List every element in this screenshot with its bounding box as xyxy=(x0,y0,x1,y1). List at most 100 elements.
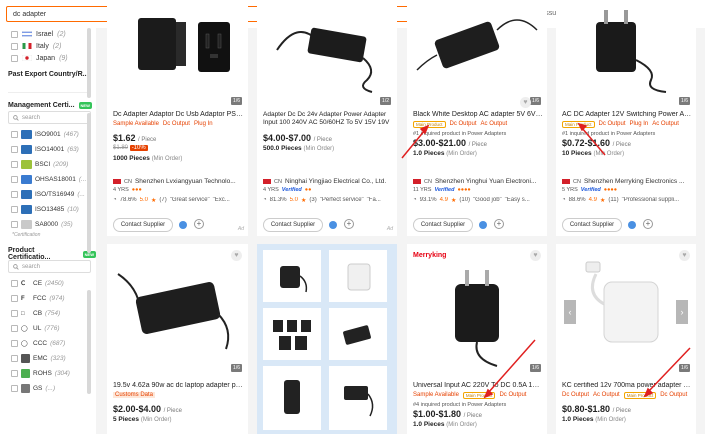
checkbox[interactable] xyxy=(11,161,18,168)
cert-item[interactable]: ◯ CCC (687) xyxy=(0,336,96,351)
cert-item[interactable]: Ⅽ CE (2450) xyxy=(0,276,96,291)
scrollbar-thumb[interactable] xyxy=(87,113,91,253)
next-image-icon[interactable]: › xyxy=(676,300,688,324)
product-cert-header[interactable]: Product Certificatio... NEW xyxy=(0,247,96,261)
prev-image-icon[interactable]: ‹ xyxy=(564,300,576,324)
adapter-tile[interactable] xyxy=(329,366,387,430)
inquired-rank[interactable]: #1 inquired product in Power Adapters xyxy=(562,131,655,137)
checkbox[interactable] xyxy=(11,370,18,377)
contact-supplier-button[interactable]: Contact Supplier xyxy=(113,218,173,232)
product-title[interactable]: Universal Input AC 220V To DC 0.5A 1A 2.… xyxy=(413,382,543,389)
chat-icon[interactable] xyxy=(628,221,636,229)
checkbox[interactable] xyxy=(11,340,18,347)
country-item[interactable]: Japan (9) xyxy=(0,52,96,64)
add-compare-icon[interactable]: + xyxy=(194,219,204,229)
management-cert-header[interactable]: Management Certi... NEW xyxy=(0,99,96,111)
product-card[interactable]: Merryking ♥ 1/6 Universal Input AC 220V … xyxy=(407,244,547,434)
checkbox[interactable] xyxy=(11,310,18,317)
chat-icon[interactable] xyxy=(179,221,187,229)
checkbox[interactable] xyxy=(11,280,18,287)
product-card[interactable]: ♥ 1/6 19.5v 4.62a 90w ac dc laptop adapt… xyxy=(107,244,248,434)
add-compare-icon[interactable]: + xyxy=(344,219,354,229)
product-image[interactable] xyxy=(257,0,397,97)
supplier-name[interactable]: CN Shenzhen Merryking Electronics ... xyxy=(562,178,696,185)
country-item[interactable]: Israel (2) xyxy=(0,28,96,40)
product-image[interactable] xyxy=(407,0,547,97)
add-compare-icon[interactable]: + xyxy=(494,219,504,229)
checkbox[interactable] xyxy=(11,206,18,213)
cert-item[interactable]: EMC (323) xyxy=(0,351,96,366)
favorite-icon[interactable]: ♥ xyxy=(231,250,242,261)
checkbox[interactable] xyxy=(11,54,18,62)
product-title[interactable]: Dc Adapter Adaptor Dc Usb Adaptor PSE ..… xyxy=(113,111,243,118)
product-image[interactable] xyxy=(556,244,696,374)
checkbox[interactable] xyxy=(11,295,18,302)
product-card[interactable]: 1/6 AC DC Adapter 12V Switching Power Ad… xyxy=(556,0,696,236)
cert-item[interactable]: SA8000 (35) xyxy=(0,217,96,232)
product-title[interactable]: 19.5v 4.62a 90w ac dc laptop adapter po.… xyxy=(113,382,243,389)
inquired-rank[interactable]: #4 inquired product in Power Adapters xyxy=(413,402,506,408)
product-card[interactable]: 1/6 ♥ Black White Desktop AC adapter 5V … xyxy=(407,0,547,236)
past-export-header[interactable]: Past Export Country/R... xyxy=(0,68,96,80)
checkbox[interactable] xyxy=(11,131,18,138)
adapter-tile[interactable] xyxy=(263,366,321,430)
black-adapter-thumb xyxy=(280,266,308,293)
cert-item[interactable]: ISO13485 (10) xyxy=(0,202,96,217)
cert-item[interactable]: GS (...) xyxy=(0,381,96,396)
management-cert-search[interactable]: search xyxy=(8,111,91,124)
product-image[interactable] xyxy=(107,0,248,97)
cert-item[interactable]: F FCC (974) xyxy=(0,291,96,306)
cert-item[interactable]: □ CB (754) xyxy=(0,306,96,321)
cert-item[interactable]: ROHS (304) xyxy=(0,366,96,381)
supplier-name[interactable]: CN Shenzhen Lvxiangyuan Technolo... xyxy=(113,178,248,185)
scrollbar-thumb[interactable] xyxy=(87,290,91,394)
contact-supplier-button[interactable]: Contact Supplier xyxy=(263,218,323,232)
adapter-tile[interactable] xyxy=(329,308,387,360)
scrollbar-thumb[interactable] xyxy=(87,28,91,98)
ad-label: Ad xyxy=(386,226,393,232)
cert-item[interactable]: ◯ UL (776) xyxy=(0,321,96,336)
checkbox[interactable] xyxy=(11,385,18,392)
product-title[interactable]: KC certified 12v 700ma power adapter 12 … xyxy=(562,382,692,389)
checkbox[interactable] xyxy=(11,42,18,50)
country-item[interactable]: Italy (2) xyxy=(0,40,96,52)
product-cert-search[interactable]: search xyxy=(8,260,91,273)
product-title[interactable]: Adapter Dc Dc 24v Adapter Power Adapter … xyxy=(263,111,395,127)
contact-supplier-button[interactable]: Contact Supplier xyxy=(413,218,473,232)
checkbox[interactable] xyxy=(11,176,18,183)
checkbox[interactable] xyxy=(11,355,18,362)
supplier-name[interactable]: CN Ninghai Yingjiao Electrical Co., Ltd. xyxy=(263,178,397,185)
checkbox[interactable] xyxy=(11,191,18,198)
category-tile-grid[interactable] xyxy=(257,244,397,434)
cert-item[interactable]: ISO/TS16949 (... xyxy=(0,187,96,202)
product-title[interactable]: AC DC Adapter 12V Switching Power Ada... xyxy=(562,111,692,118)
supplier-name[interactable]: CN Shenzhen Yinghui Yuan Electroni... xyxy=(413,178,547,185)
checkbox[interactable] xyxy=(11,221,18,228)
chat-icon[interactable] xyxy=(329,221,337,229)
cert-item[interactable]: ISO9001 (467) xyxy=(0,127,96,142)
checkbox[interactable] xyxy=(11,325,18,332)
adapter-tile[interactable] xyxy=(263,250,321,302)
cert-item[interactable]: OHSAS18001 (... xyxy=(0,172,96,187)
checkbox[interactable] xyxy=(11,30,18,38)
inquired-rank[interactable]: #1 inquired product in Power Adapters xyxy=(413,131,506,137)
product-card[interactable]: ‹ › ♥ 1/6 KC certified 12v 700ma power a… xyxy=(556,244,696,434)
chat-icon[interactable] xyxy=(479,221,487,229)
adapter-tile[interactable] xyxy=(329,250,387,302)
product-image[interactable] xyxy=(556,0,696,97)
favorite-icon[interactable]: ♥ xyxy=(679,250,690,261)
product-card[interactable]: 1/6 Dc Adapter Adaptor Dc Usb Adaptor PS… xyxy=(107,0,248,236)
cert-item[interactable]: ISO14001 (63) xyxy=(0,142,96,157)
product-title[interactable]: Black White Desktop AC adapter 5V 6V 9V.… xyxy=(413,111,543,118)
product-image[interactable] xyxy=(407,244,547,374)
adapter-tile[interactable] xyxy=(263,308,321,360)
checkbox[interactable] xyxy=(11,146,18,153)
cert-item[interactable]: BSCI (209) xyxy=(0,157,96,172)
product-card[interactable]: 1/2 Adapter Dc Dc 24v Adapter Power Adap… xyxy=(257,0,397,236)
favorite-icon[interactable]: ♥ xyxy=(520,97,531,108)
supplier-years: 5 YRS Verified ●●●● xyxy=(562,187,618,193)
contact-supplier-button[interactable]: Contact Supplier xyxy=(562,218,622,232)
add-compare-icon[interactable]: + xyxy=(643,219,653,229)
product-image[interactable] xyxy=(107,244,248,374)
favorite-icon[interactable]: ♥ xyxy=(530,250,541,261)
